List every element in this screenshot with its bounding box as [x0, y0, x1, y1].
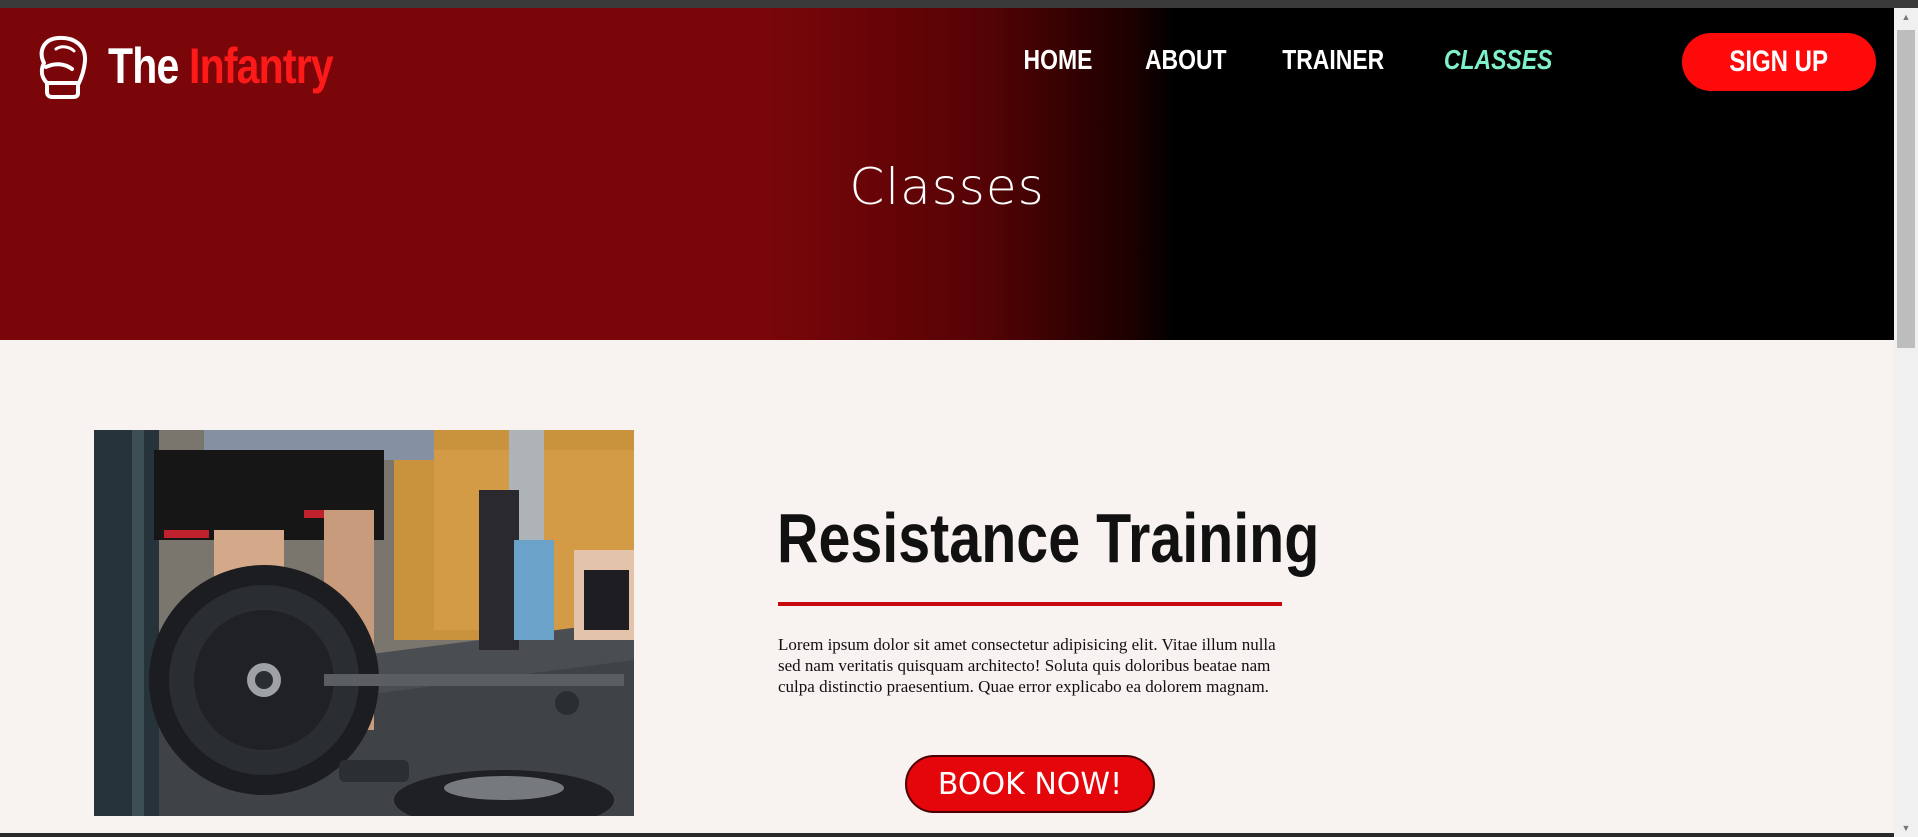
book-now-button[interactable]: BOOK NOW! — [905, 755, 1155, 813]
signup-button[interactable]: SIGN UP — [1682, 33, 1876, 91]
logo-word-the: The — [108, 38, 179, 94]
logo-text: The Infantry — [108, 37, 334, 95]
scroll-down-arrow-icon[interactable]: ▼ — [1894, 819, 1918, 837]
weightlifting-photo — [94, 430, 634, 816]
nav-about[interactable]: ABOUT — [1145, 44, 1227, 76]
browser-top-strip — [0, 0, 1918, 8]
site-logo[interactable]: The Infantry — [34, 26, 382, 106]
page-title: Classes — [849, 158, 1045, 216]
logo-word-infantry: Infantry — [189, 38, 334, 94]
class-photo — [94, 430, 634, 816]
main-nav: HOME ABOUT TRAINER CLASSES — [980, 44, 1564, 76]
scrollbar-thumb[interactable] — [1897, 30, 1915, 348]
page-viewport: The Infantry HOME ABOUT TRAINER CLASSES … — [0, 8, 1894, 837]
boxing-glove-icon — [39, 35, 88, 99]
title-divider — [778, 602, 1282, 606]
nav-classes[interactable]: CLASSES — [1444, 44, 1552, 76]
scroll-up-arrow-icon[interactable]: ▲ — [1894, 8, 1918, 26]
class-description: Lorem ipsum dolor sit amet consectetur a… — [778, 635, 1276, 696]
nav-trainer[interactable]: TRAINER — [1282, 44, 1384, 76]
class-title: Resistance Training — [777, 499, 1320, 577]
signup-label: SIGN UP — [1729, 45, 1829, 78]
hero-header: The Infantry HOME ABOUT TRAINER CLASSES … — [0, 8, 1894, 340]
nav-home[interactable]: HOME — [1023, 44, 1092, 76]
vertical-scrollbar[interactable]: ▲ ▼ — [1894, 8, 1918, 837]
window-bottom-border — [0, 833, 1894, 837]
